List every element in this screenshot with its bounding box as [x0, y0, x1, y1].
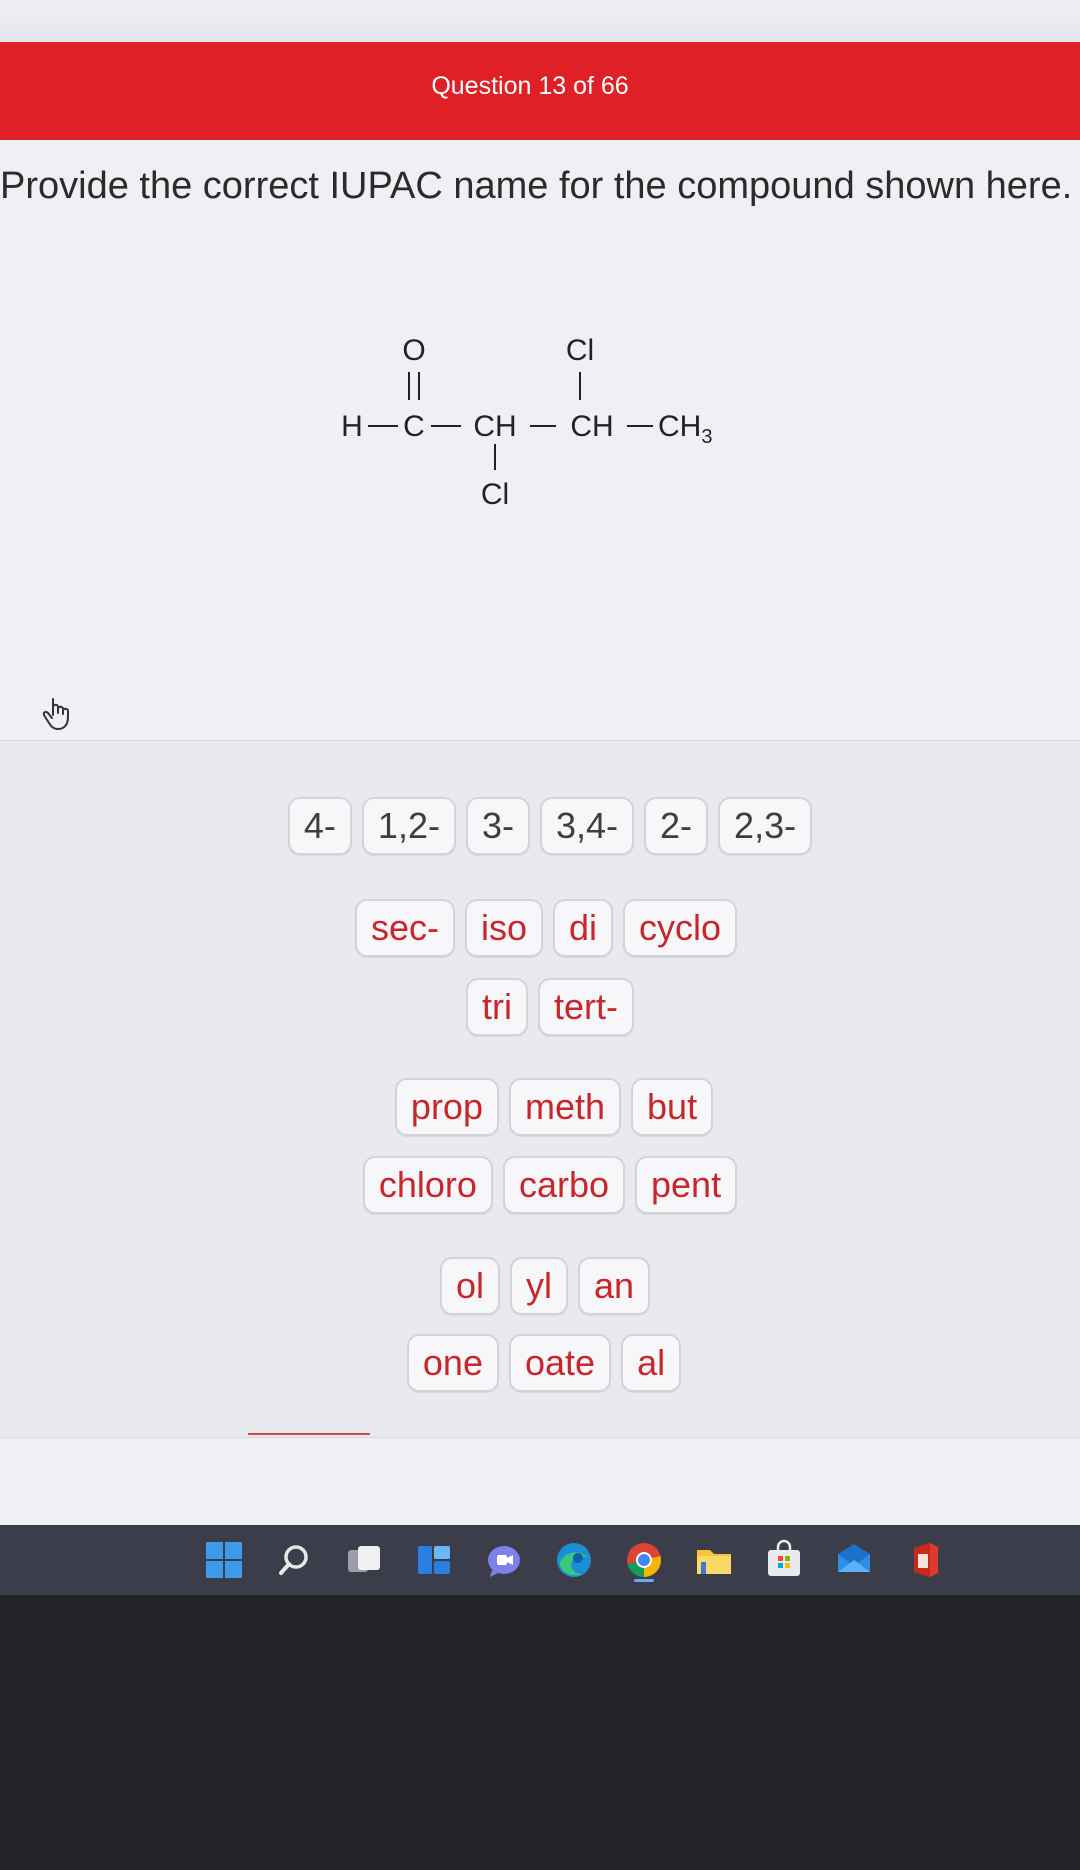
- chrome-browser-icon[interactable]: [622, 1538, 666, 1582]
- tile-tri[interactable]: tri: [465, 978, 528, 1036]
- lower-chlorine: Cl: [481, 478, 509, 511]
- question-header: Question 13 of 66: [0, 42, 1080, 140]
- tile-iso[interactable]: iso: [464, 899, 543, 957]
- task-view-icon[interactable]: [342, 1538, 386, 1582]
- locant-row: 4- 1,2- 3- 3,4- 2- 2,3-: [0, 797, 1080, 855]
- edge-browser-icon[interactable]: [552, 1538, 596, 1582]
- tile-prop[interactable]: prop: [394, 1078, 499, 1136]
- chain-atom-c4: CH3: [658, 410, 712, 448]
- chain-atom-c1: C: [403, 410, 425, 443]
- tile-locant-4[interactable]: 4-: [287, 797, 352, 855]
- tile-ol[interactable]: ol: [439, 1257, 500, 1315]
- tile-locant-2[interactable]: 2-: [644, 797, 709, 855]
- section-divider: [0, 740, 1080, 762]
- hand-pointer-icon: [42, 695, 76, 733]
- tile-tert[interactable]: tert-: [537, 978, 634, 1036]
- tile-meth[interactable]: meth: [508, 1078, 622, 1136]
- tile-locant-2-3[interactable]: 2,3-: [718, 797, 813, 855]
- widgets-icon[interactable]: [412, 1538, 456, 1582]
- tile-yl[interactable]: yl: [509, 1257, 568, 1315]
- upper-chlorine: Cl: [566, 334, 594, 367]
- answer-underline: [248, 1433, 370, 1435]
- suffix-row-1: ol yl an: [0, 1257, 1080, 1315]
- tile-locant-1-2[interactable]: 1,2-: [361, 797, 456, 855]
- tile-pent[interactable]: pent: [635, 1156, 738, 1214]
- root-row-2: chloro carbo pent: [0, 1156, 1080, 1214]
- chain-atom-c3: CH: [570, 410, 613, 443]
- question-prompt: Provide the correct IUPAC name for the c…: [0, 165, 1073, 207]
- mail-icon[interactable]: [832, 1538, 876, 1582]
- carbonyl-oxygen: O: [402, 334, 425, 367]
- lower-strip: [0, 1437, 1080, 1525]
- file-explorer-icon[interactable]: [692, 1538, 736, 1582]
- tile-al[interactable]: al: [621, 1334, 682, 1392]
- question-counter: Question 13 of 66: [431, 71, 629, 100]
- windows-start-icon[interactable]: [202, 1538, 246, 1582]
- monitor-bezel: [0, 1595, 1080, 1870]
- tile-an[interactable]: an: [577, 1257, 651, 1315]
- tile-oate[interactable]: oate: [508, 1334, 612, 1392]
- teams-chat-icon[interactable]: [482, 1538, 526, 1582]
- chain-atom-h: H: [341, 410, 363, 443]
- microsoft-store-icon[interactable]: [762, 1538, 806, 1582]
- modifier-row-1: sec- iso di cyclo: [0, 899, 1080, 957]
- root-row-1: prop meth but: [0, 1078, 1080, 1136]
- tile-but[interactable]: but: [631, 1078, 714, 1136]
- modifier-row-2: tri tert-: [0, 978, 1080, 1036]
- tile-one[interactable]: one: [406, 1334, 499, 1392]
- search-icon[interactable]: [272, 1538, 316, 1582]
- office-icon[interactable]: [902, 1538, 946, 1582]
- taskbar-icons: [202, 1537, 946, 1583]
- tile-di[interactable]: di: [552, 899, 614, 957]
- suffix-row-2: one oate al: [0, 1334, 1080, 1392]
- chain-atom-c2: CH: [473, 410, 516, 443]
- tile-carbo[interactable]: carbo: [502, 1156, 626, 1214]
- tile-chloro[interactable]: chloro: [362, 1156, 493, 1214]
- tile-sec[interactable]: sec-: [354, 899, 455, 957]
- tile-locant-3[interactable]: 3-: [465, 797, 530, 855]
- top-margin: [0, 0, 1080, 42]
- tile-locant-3-4[interactable]: 3,4-: [539, 797, 635, 855]
- chemical-structure: O Cl H C CH CH CH3 Cl: [340, 330, 760, 530]
- taskbar: [0, 1525, 1080, 1595]
- tile-cyclo[interactable]: cyclo: [623, 899, 738, 957]
